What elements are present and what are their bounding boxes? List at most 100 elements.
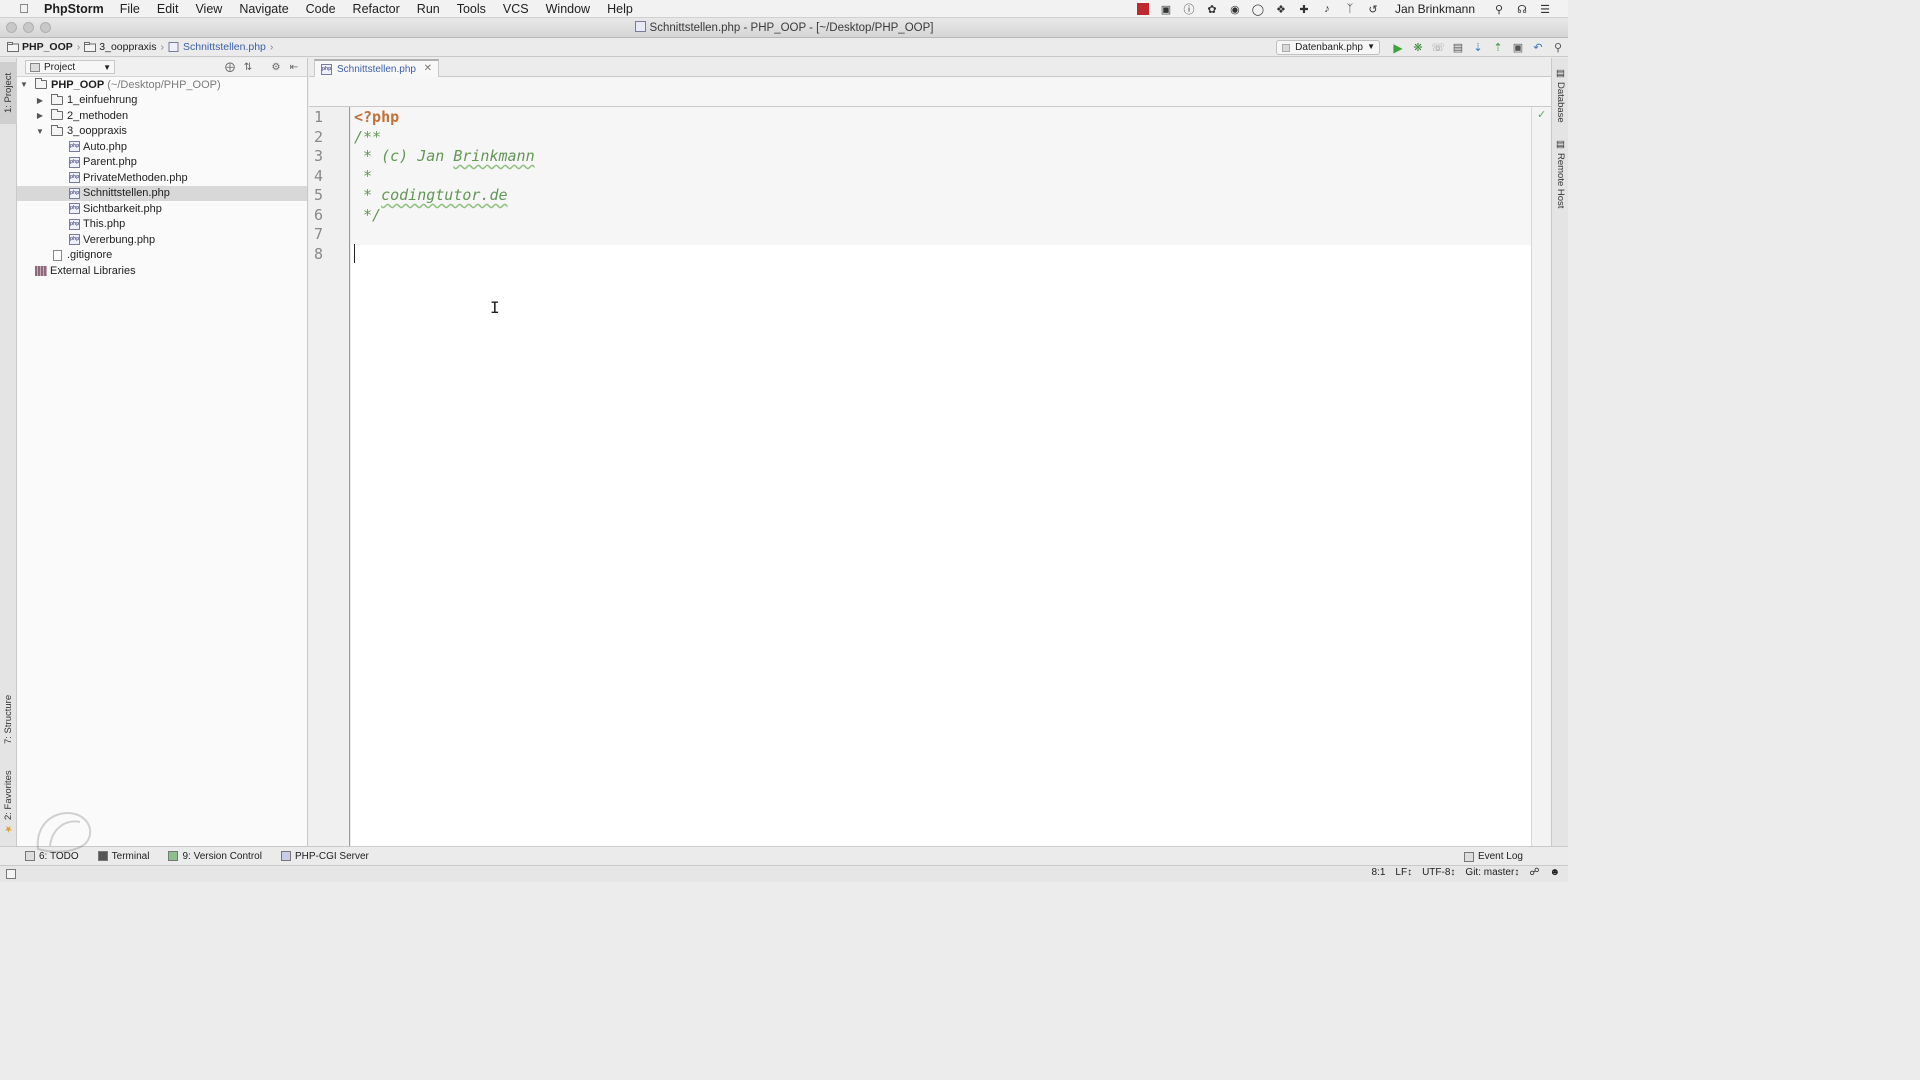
search-everywhere-icon[interactable]: ⚲: [1548, 38, 1568, 57]
tree-file-auto[interactable]: php Auto.php: [17, 139, 307, 155]
inspector-icon[interactable]: ☻: [1549, 867, 1560, 878]
library-icon: [35, 265, 47, 276]
line-number: 2: [313, 127, 323, 146]
file-encoding[interactable]: UTF-8↕: [1422, 867, 1455, 878]
app-menu[interactable]: PhpStorm: [44, 2, 104, 16]
menu-refactor[interactable]: Refactor: [353, 2, 400, 16]
volume-icon[interactable]: ♪: [1320, 3, 1334, 15]
expanded-arrow-icon[interactable]: ▼: [19, 80, 29, 89]
bluetooth-icon[interactable]: ᛉ: [1343, 3, 1357, 15]
collapse-all-icon[interactable]: ⇅: [241, 60, 255, 74]
tab-label: Schnittstellen.php: [337, 63, 416, 75]
menu-view[interactable]: View: [195, 2, 222, 16]
project-tool-label: 1: Project: [3, 72, 14, 114]
caret-position[interactable]: 8:1: [1372, 867, 1386, 878]
tree-root[interactable]: ▼ PHP_OOP (~/Desktop/PHP_OOP): [17, 77, 307, 93]
tree-file-schnittstellen[interactable]: php Schnittstellen.php: [17, 185, 307, 201]
gear-icon[interactable]: ⚙: [269, 60, 283, 74]
menu-navigate[interactable]: Navigate: [239, 2, 288, 16]
tree-file-privatemethoden[interactable]: php PrivateMethoden.php: [17, 170, 307, 186]
line-separator[interactable]: LF↕: [1395, 867, 1412, 878]
run-icon[interactable]: ▶: [1388, 38, 1408, 57]
collapsed-arrow-icon[interactable]: ▶: [35, 111, 45, 120]
menu-edit[interactable]: Edit: [157, 2, 179, 16]
tree-folder-3_ooppraxis[interactable]: ▼ 3_ooppraxis: [17, 124, 307, 140]
info-icon[interactable]: ⓘ: [1182, 3, 1196, 16]
cloud-sync-icon[interactable]: ◯: [1251, 3, 1265, 16]
notification-center-icon[interactable]: ☰: [1538, 3, 1552, 16]
leaf-icon[interactable]: ◉: [1228, 3, 1242, 16]
revert-icon[interactable]: ↶: [1528, 38, 1548, 57]
file-label: Schnittstellen.php: [83, 187, 170, 200]
php-file-icon: [634, 21, 646, 32]
dropbox-icon[interactable]: ❖: [1274, 3, 1288, 16]
favorites-tool-tab[interactable]: ★ 2: Favorites: [0, 765, 17, 839]
check-icon[interactable]: ✓: [1537, 108, 1546, 121]
plus-icon[interactable]: ✚: [1297, 3, 1311, 16]
tree-file-sichtbarkeit[interactable]: php Sichtbarkeit.php: [17, 201, 307, 217]
coverage-icon[interactable]: ▤: [1448, 38, 1468, 57]
close-tab-icon[interactable]: ✕: [424, 63, 432, 74]
menu-vcs[interactable]: VCS: [503, 2, 529, 16]
project-tool-tab[interactable]: 1: Project: [0, 62, 17, 124]
run-configuration-select[interactable]: Datenbank.php ▼: [1276, 40, 1380, 55]
menu-run[interactable]: Run: [417, 2, 440, 16]
headphones-icon[interactable]: ☊: [1515, 3, 1529, 16]
menu-file[interactable]: File: [120, 2, 140, 16]
remote-host-tool-tab[interactable]: ▤ Remote Host: [1552, 138, 1569, 210]
menu-code[interactable]: Code: [306, 2, 336, 16]
code-line-2: /**: [354, 127, 382, 146]
php-file-icon: php: [69, 203, 80, 215]
breadcrumb-folder[interactable]: 3_ooppraxis: [84, 41, 157, 53]
time-machine-icon[interactable]: ↺: [1366, 3, 1380, 16]
menu-help[interactable]: Help: [607, 2, 633, 16]
tree-file-parent[interactable]: php Parent.php: [17, 155, 307, 171]
code-editor[interactable]: <?php /** * (c) Jan Brinkmann * * coding…: [351, 107, 1551, 846]
bottom-tool-bar: 6: TODO Terminal 9: Version Control PHP-…: [0, 846, 1568, 865]
tree-folder-1_einfuehrung[interactable]: ▶ 1_einfuehrung: [17, 93, 307, 109]
php-file-icon: php: [69, 156, 80, 168]
version-control-label: 9: Version Control: [182, 850, 262, 862]
vcs-history-icon[interactable]: ▣: [1508, 38, 1528, 57]
structure-tool-tab[interactable]: 7: Structure: [0, 682, 17, 756]
red-app-icon[interactable]: [1136, 3, 1150, 15]
vcs-commit-icon[interactable]: ⇡: [1488, 38, 1508, 57]
status-tray: ▣ ⓘ ✿ ◉ ◯ ❖ ✚ ♪ ᛉ ↺ Jan Brinkmann ⚲ ☊ ☰: [1136, 0, 1552, 18]
code-line-4: *: [354, 166, 373, 185]
spotlight-icon[interactable]: ⚲: [1492, 3, 1506, 16]
php-cgi-tool-button[interactable]: PHP-CGI Server: [280, 851, 369, 862]
hide-panel-icon[interactable]: ⇤: [287, 60, 301, 74]
expanded-arrow-icon[interactable]: ▼: [35, 127, 45, 136]
tree-file-vererbung[interactable]: php Vererbung.php: [17, 232, 307, 248]
lock-icon[interactable]: ☍: [1529, 867, 1539, 878]
collapsed-arrow-icon[interactable]: ▶: [35, 96, 45, 105]
tree-file-this[interactable]: php This.php: [17, 217, 307, 233]
tree-external-libraries[interactable]: External Libraries: [17, 263, 307, 279]
php-file-icon: php: [69, 187, 80, 199]
database-icon: ▤: [1555, 67, 1566, 79]
tab-schnittstellen[interactable]: php Schnittstellen.php ✕: [314, 59, 439, 77]
toggle-tool-windows-icon[interactable]: [6, 869, 16, 879]
user-name[interactable]: Jan Brinkmann: [1395, 2, 1475, 16]
git-branch[interactable]: Git: master↕: [1465, 867, 1519, 878]
event-log-button[interactable]: Event Log: [1463, 847, 1523, 866]
vcs-update-icon[interactable]: ⇣: [1468, 38, 1488, 57]
database-tool-tab[interactable]: ▤ Database: [1552, 66, 1569, 124]
terminal-tool-button[interactable]: Terminal: [97, 851, 149, 862]
apple-icon[interactable]: : [16, 1, 32, 16]
project-view-select[interactable]: Project ▼: [25, 60, 115, 74]
chevron-down-icon: ▼: [103, 62, 111, 72]
breadcrumb-file[interactable]: Schnittstellen.php: [168, 41, 266, 53]
project-panel-tools: ⨁ ⇅ ⚙ ⇤: [223, 60, 301, 74]
debug-icon[interactable]: ❋: [1408, 38, 1428, 57]
menu-tools[interactable]: Tools: [457, 2, 486, 16]
breadcrumb-project[interactable]: PHP_OOP: [7, 41, 73, 53]
menu-window[interactable]: Window: [546, 2, 590, 16]
scroll-from-source-icon[interactable]: ⨁: [223, 60, 237, 74]
tree-folder-2_methoden[interactable]: ▶ 2_methoden: [17, 108, 307, 124]
tree-file-gitignore[interactable]: .gitignore: [17, 248, 307, 264]
bookmark-icon[interactable]: ▣: [1159, 3, 1173, 16]
evernote-icon[interactable]: ✿: [1205, 3, 1219, 16]
listen-debug-icon[interactable]: ☏: [1428, 38, 1448, 57]
version-control-tool-button[interactable]: 9: Version Control: [168, 851, 262, 862]
